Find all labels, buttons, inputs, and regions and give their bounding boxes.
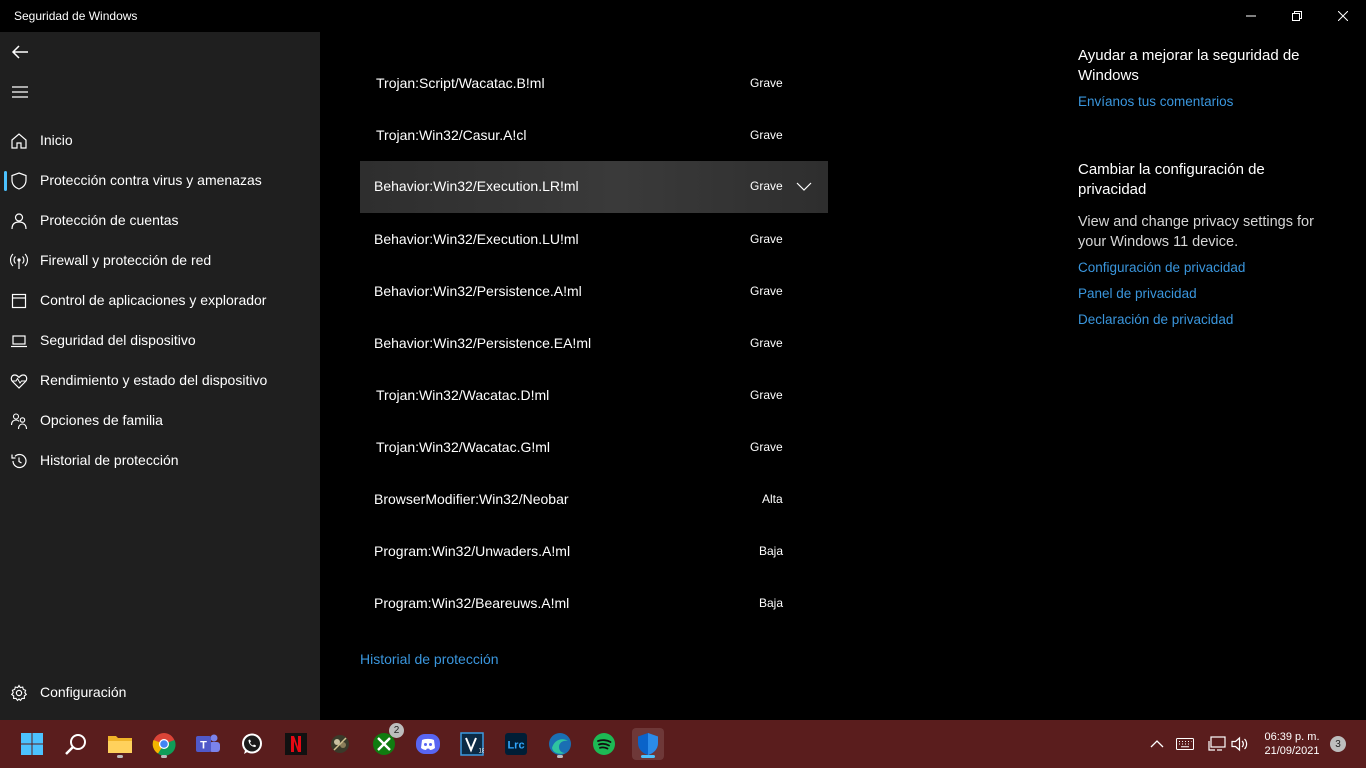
clock-date: 21/09/2021: [1264, 745, 1320, 757]
taskbar-netflix[interactable]: [280, 728, 312, 760]
clock-time: 06:39 p. m.: [1264, 731, 1320, 743]
sidebar-item-inicio[interactable]: Inicio: [0, 121, 320, 161]
sidebar-item-family-options[interactable]: Opciones de familia: [0, 401, 320, 441]
back-arrow-icon: [11, 45, 28, 59]
speaker-icon: [1231, 736, 1248, 752]
privacy-heading: Cambiar la configuración de privacidad: [1078, 161, 1265, 198]
taskbar: T 2 18 Lrc 06:39 p. m. 21/09/2021 3: [0, 720, 1366, 768]
taskbar-spotify[interactable]: [588, 728, 620, 760]
heart-pulse-icon: [10, 372, 28, 390]
privacy-dashboard-link[interactable]: Panel de privacidad: [1078, 286, 1197, 301]
threat-row-selected[interactable]: Behavior:Win32/Execution.LR!ml Grave: [360, 161, 828, 213]
tray-volume[interactable]: [1230, 734, 1250, 754]
threat-row[interactable]: BrowserModifier:Win32/Neobar Alta: [360, 474, 828, 526]
svg-text:18: 18: [479, 749, 485, 755]
send-feedback-link[interactable]: Envíanos tus comentarios: [1078, 94, 1233, 109]
sidebar-item-protection-history[interactable]: Historial de protección: [0, 441, 320, 481]
tray-keyboard[interactable]: [1175, 734, 1195, 754]
spotify-icon: [593, 733, 615, 755]
hamburger-icon: [12, 86, 28, 98]
restore-button[interactable]: [1274, 0, 1320, 32]
game-app-icon: [331, 735, 349, 753]
taskbar-vegas[interactable]: 18: [456, 728, 488, 760]
search-icon: [65, 734, 86, 755]
file-explorer-icon: [108, 736, 132, 753]
sidebar: Inicio Protección contra virus y amenaza…: [0, 32, 320, 720]
tray-show-hidden-icons[interactable]: [1147, 734, 1167, 754]
taskbar-discord[interactable]: [412, 728, 444, 760]
tray-network[interactable]: [1207, 734, 1227, 754]
restore-icon: [1292, 11, 1302, 21]
chevron-up-icon: [1150, 740, 1164, 748]
close-button[interactable]: [1320, 0, 1366, 32]
whatsapp-icon: [242, 733, 262, 754]
threat-row[interactable]: Trojan:Win32/Wacatac.G!ml Grave: [360, 422, 828, 474]
taskbar-whatsapp[interactable]: [236, 728, 268, 760]
taskbar-chrome[interactable]: [148, 728, 180, 760]
start-icon: [21, 733, 43, 755]
netflix-icon: [285, 733, 307, 755]
improve-security-heading: Ayudar a mejorar la seguridad de Windows: [1078, 47, 1300, 84]
taskbar-xbox[interactable]: 2: [368, 723, 404, 760]
shield-icon: [10, 172, 28, 190]
vegas-icon: 18: [460, 732, 484, 756]
hamburger-menu-button[interactable]: [6, 78, 34, 106]
chrome-icon: [152, 733, 176, 756]
network-monitor-icon: [1208, 736, 1226, 751]
threat-row[interactable]: Program:Win32/Beareuws.A!ml Baja: [360, 578, 828, 630]
svg-text:T: T: [200, 740, 207, 752]
privacy-statement-link[interactable]: Declaración de privacidad: [1078, 312, 1233, 327]
taskbar-browser[interactable]: [544, 728, 576, 760]
sidebar-item-virus-protection[interactable]: Protección contra virus y amenazas: [0, 161, 320, 201]
threat-row[interactable]: Program:Win32/Unwaders.A!ml Baja: [360, 526, 828, 578]
sidebar-item-firewall[interactable]: Firewall y protección de red: [0, 241, 320, 281]
minimize-icon: [1246, 15, 1256, 17]
start-button[interactable]: [16, 728, 48, 760]
threat-row[interactable]: Trojan:Win32/Wacatac.D!ml Grave: [360, 370, 828, 422]
windows-security-icon: [638, 733, 658, 755]
window-title: Seguridad de Windows: [14, 9, 138, 23]
laptop-icon: [10, 332, 28, 350]
privacy-settings-link[interactable]: Configuración de privacidad: [1078, 260, 1245, 275]
sidebar-item-device-performance[interactable]: Rendimiento y estado del dispositivo: [0, 361, 320, 401]
minimize-button[interactable]: [1228, 0, 1274, 32]
taskbar-teams[interactable]: T: [192, 728, 224, 760]
taskbar-lightroom[interactable]: Lrc: [500, 728, 532, 760]
taskbar-windows-security[interactable]: [632, 728, 664, 760]
protection-history-link[interactable]: Historial de protección: [360, 651, 499, 667]
teams-icon: T: [196, 734, 220, 752]
svg-text:Lrc: Lrc: [507, 740, 524, 752]
taskbar-search-button[interactable]: [60, 728, 92, 760]
back-button[interactable]: [6, 38, 34, 66]
sidebar-item-app-browser-control[interactable]: Control de aplicaciones y explorador: [0, 281, 320, 321]
person-icon: [10, 212, 28, 230]
threat-row[interactable]: Behavior:Win32/Persistence.EA!ml Grave: [360, 318, 828, 370]
taskbar-clock[interactable]: 06:39 p. m. 21/09/2021: [1252, 730, 1332, 758]
title-bar: Seguridad de Windows: [0, 0, 1366, 32]
taskbar-game-app[interactable]: [324, 728, 356, 760]
threat-row[interactable]: Behavior:Win32/Persistence.A!ml Grave: [360, 266, 828, 318]
threat-row[interactable]: Trojan:Script/Wacatac.B!ml Grave: [360, 58, 828, 110]
gear-icon: [10, 684, 28, 702]
taskbar-file-explorer[interactable]: [104, 728, 136, 760]
lightroom-icon: Lrc: [505, 733, 527, 755]
sidebar-item-device-security[interactable]: Seguridad del dispositivo: [0, 321, 320, 361]
xbox-badge: 2: [389, 723, 404, 738]
sidebar-item-settings[interactable]: Configuración: [0, 673, 320, 713]
browser-icon: [549, 733, 571, 755]
threat-row[interactable]: Behavior:Win32/Execution.LU!ml Grave: [360, 214, 828, 266]
privacy-description: View and change privacy settings for you…: [1078, 214, 1314, 250]
app-window-icon: [10, 292, 28, 310]
sidebar-item-account-protection[interactable]: Protección de cuentas: [0, 201, 320, 241]
home-icon: [10, 132, 28, 150]
discord-icon: [416, 734, 440, 754]
keyboard-icon: [1176, 738, 1194, 750]
chevron-down-icon[interactable]: [796, 179, 812, 195]
family-icon: [10, 412, 28, 430]
notification-badge[interactable]: 3: [1330, 736, 1346, 752]
close-icon: [1338, 11, 1348, 21]
threat-row[interactable]: Trojan:Win32/Casur.A!cl Grave: [360, 110, 828, 162]
antenna-icon: [10, 252, 28, 270]
history-icon: [10, 452, 28, 470]
